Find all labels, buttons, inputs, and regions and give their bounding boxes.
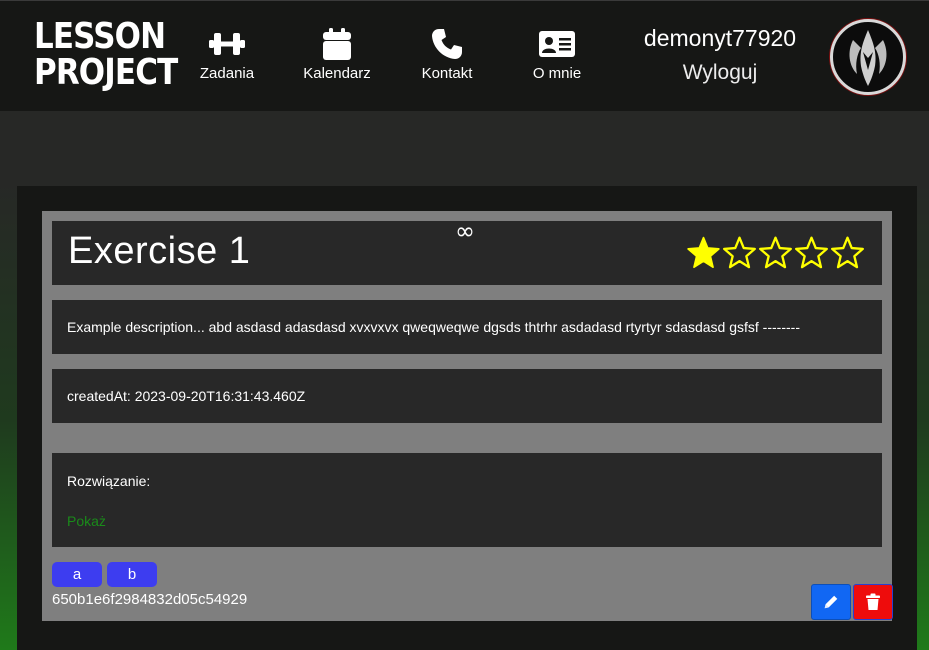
- description-text: Example description... abd asdasd adasda…: [67, 319, 800, 335]
- description-panel: Example description... abd asdasd adasda…: [52, 300, 882, 354]
- logout-link[interactable]: Wyloguj: [630, 61, 810, 85]
- logo-line2: PROJECT: [34, 52, 178, 93]
- dumbbell-icon: [177, 27, 277, 61]
- demon-emblem-icon: [849, 30, 887, 86]
- nav-item-kalendarz[interactable]: Kalendarz: [287, 27, 387, 82]
- show-solution-link[interactable]: Pokaż: [67, 513, 106, 529]
- nav-item-zadania[interactable]: Zadania: [177, 27, 277, 82]
- exercise-title: Exercise 1: [68, 230, 251, 272]
- trash-icon: [866, 593, 880, 610]
- star-outline-icon[interactable]: [758, 235, 793, 271]
- tag-badge[interactable]: a: [52, 562, 102, 587]
- created-at-text: createdAt: 2023-09-20T16:31:43.460Z: [67, 388, 306, 404]
- star-outline-icon[interactable]: [830, 235, 865, 271]
- logo-line1: LESSON: [34, 16, 166, 57]
- phone-icon: [397, 27, 497, 61]
- calendar-icon: [287, 27, 387, 61]
- star-filled-icon[interactable]: [686, 235, 721, 271]
- nav-item-o-mnie[interactable]: O mnie: [507, 27, 607, 82]
- username: demonyt77920: [643, 25, 797, 51]
- nav-item-kontakt[interactable]: Kontakt: [397, 27, 497, 82]
- solution-panel: Rozwiązanie: Pokaż: [52, 453, 882, 547]
- exercise-id: 650b1e6f2984832d05c54929: [52, 591, 248, 608]
- edit-button[interactable]: [811, 584, 851, 620]
- id-card-icon: [507, 27, 607, 61]
- logo[interactable]: LESSON PROJECT: [34, 16, 178, 93]
- star-rating[interactable]: [686, 235, 866, 271]
- nav-label: O mnie: [532, 65, 582, 82]
- pencil-icon: [824, 595, 838, 609]
- star-outline-icon[interactable]: [794, 235, 829, 271]
- user-block: demonyt77920 Wyloguj: [630, 25, 810, 85]
- delete-button[interactable]: [853, 584, 893, 620]
- solution-label: Rozwiązanie:: [67, 473, 151, 489]
- avatar[interactable]: [830, 19, 906, 95]
- created-at-panel: createdAt: 2023-09-20T16:31:43.460Z: [52, 369, 882, 423]
- tag-badge[interactable]: b: [107, 562, 157, 587]
- nav-label: Kalendarz: [303, 65, 371, 82]
- nav-label: Kontakt: [421, 65, 473, 82]
- navbar: LESSON PROJECT Zadania Kalendarz Kontakt…: [0, 0, 929, 111]
- star-outline-icon[interactable]: [722, 235, 757, 271]
- nav-label: Zadania: [199, 65, 255, 82]
- infinity-icon: ∞: [455, 217, 475, 245]
